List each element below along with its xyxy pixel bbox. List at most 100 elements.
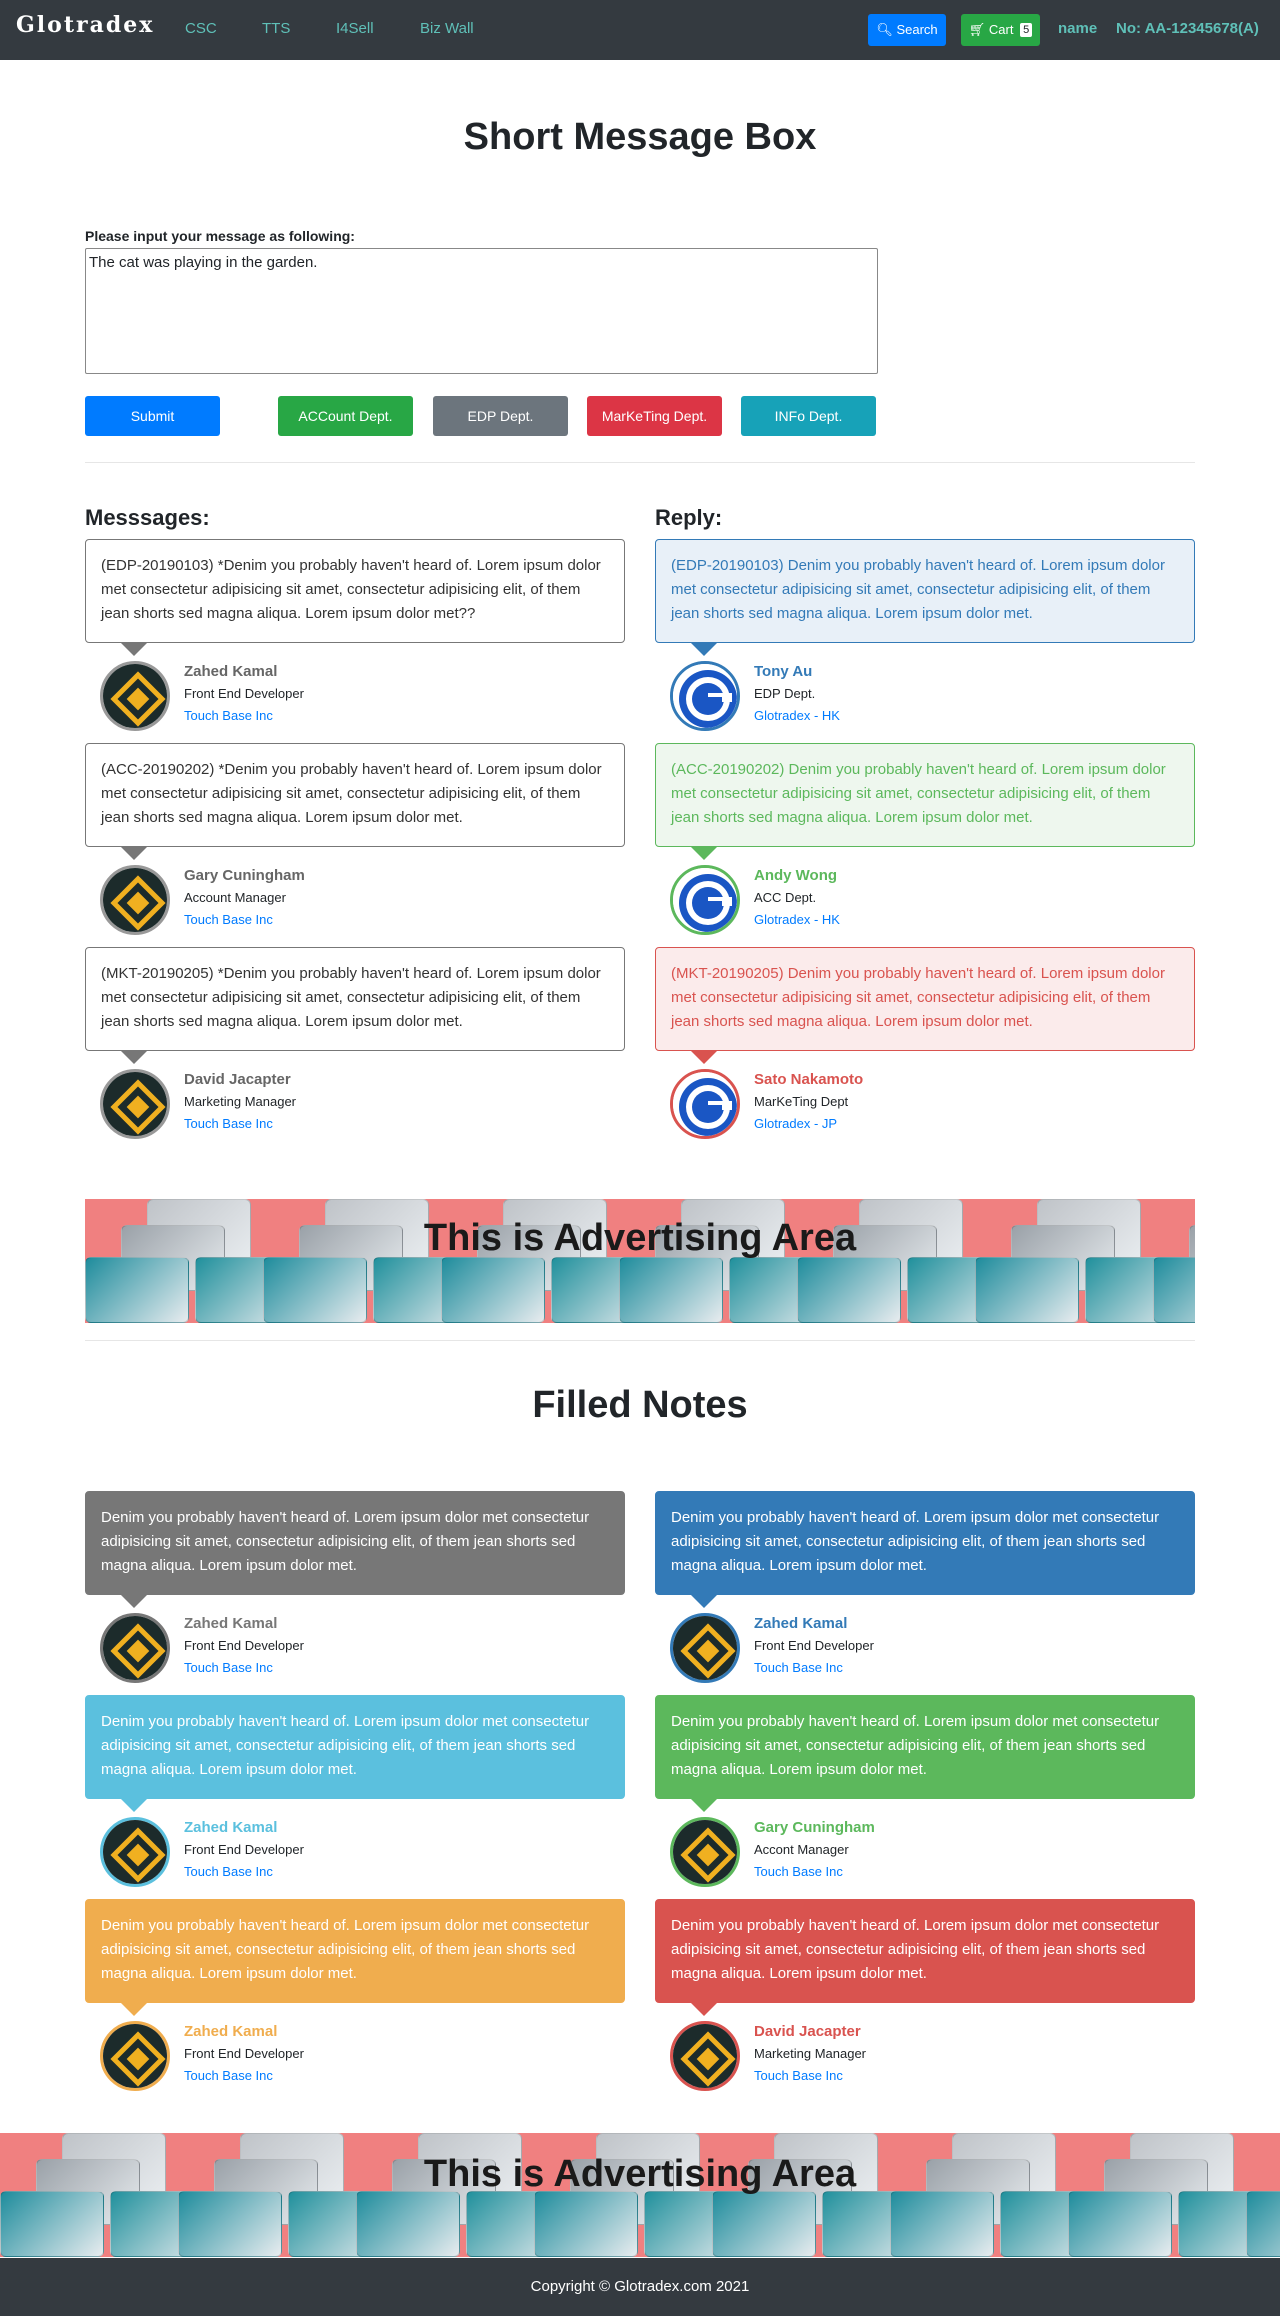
glotradex-logo-icon xyxy=(673,664,737,728)
marketing-dept-button[interactable]: MarKeTing Dept. xyxy=(587,396,722,436)
ad-card-image xyxy=(441,1257,545,1323)
cart-button[interactable]: 🛒︎ Cart 5 xyxy=(961,14,1040,46)
avatar-logo-icon xyxy=(673,1820,737,1884)
author-name: Zahed Kamal xyxy=(184,1615,278,1632)
avatar[interactable] xyxy=(670,1613,740,1683)
author-name: Zahed Kamal xyxy=(184,663,278,680)
author-company-link[interactable]: Glotradex - HK xyxy=(754,705,840,727)
avatar[interactable] xyxy=(670,2021,740,2091)
bubble-pointer xyxy=(121,1595,147,1608)
ad-title: This is Advertising Area xyxy=(423,1217,857,1259)
user-name-link[interactable]: name xyxy=(1058,20,1097,37)
account-number-link[interactable]: No: AA-12345678(A) xyxy=(1116,20,1259,37)
submit-button[interactable]: Submit xyxy=(85,396,220,436)
author-info: Zahed Kamal Front End Developer Touch Base… xyxy=(184,1613,304,1679)
message-input[interactable] xyxy=(85,248,878,374)
avatar[interactable] xyxy=(100,661,170,731)
cart-icon: 🛒︎ xyxy=(968,22,986,37)
divider xyxy=(85,462,1195,463)
filled-note-bubble: Denim you probably haven't heard of. Lor… xyxy=(85,1695,625,1799)
avatar[interactable] xyxy=(100,865,170,935)
author-company-link[interactable]: Glotradex - HK xyxy=(754,909,840,931)
author-role: Front End Developer xyxy=(184,1842,304,1857)
author-company-link[interactable]: Touch Base Inc xyxy=(184,1861,304,1883)
author-name: Zahed Kamal xyxy=(184,2023,278,2040)
author-name: Zahed Kamal xyxy=(184,1819,278,1836)
glotradex-logo-icon xyxy=(673,868,737,932)
author-role: Marketing Manager xyxy=(754,2046,866,2061)
author-company-link[interactable]: Touch Base Inc xyxy=(184,909,305,931)
reply-heading: Reply: xyxy=(655,505,723,530)
author-company-link[interactable]: Touch Base Inc xyxy=(184,2065,304,2087)
author-name: Gary Cuningham xyxy=(754,1819,875,1836)
avatar[interactable] xyxy=(100,2021,170,2091)
author-company-link[interactable]: Touch Base Inc xyxy=(754,2065,866,2087)
author-role: MarKeTing Dept xyxy=(754,1094,849,1109)
author-role: Marketing Manager xyxy=(184,1094,296,1109)
avatar[interactable] xyxy=(100,1069,170,1139)
author-company-link[interactable]: Touch Base Inc xyxy=(754,1657,874,1679)
message-input-label: Please input your message as following: xyxy=(85,228,355,244)
avatar-logo-icon xyxy=(103,1072,167,1136)
avatar[interactable] xyxy=(670,661,740,731)
avatar-logo-icon xyxy=(103,664,167,728)
nav-link-i4sell[interactable]: I4Sell xyxy=(336,20,374,37)
author-name: Gary Cuningham xyxy=(184,867,305,884)
ad-title: This is Advertising Area xyxy=(423,2153,857,2195)
author-name: David Jacapter xyxy=(184,1071,291,1088)
bubble-pointer xyxy=(121,1799,147,1812)
avatar-logo-icon xyxy=(103,1820,167,1884)
divider xyxy=(85,1340,1195,1341)
author-role: Front End Developer xyxy=(184,1638,304,1653)
nav-link-tts[interactable]: TTS xyxy=(262,20,290,37)
avatar-logo-icon xyxy=(103,868,167,932)
avatar[interactable] xyxy=(670,865,740,935)
author-company-link[interactable]: Touch Base Inc xyxy=(184,1657,304,1679)
advertising-banner[interactable]: This is Advertising Area xyxy=(85,1199,1195,1323)
author-info: Gary Cuningham Account Manager Touch Base … xyxy=(184,865,305,931)
brand-logo[interactable]: Glotradex xyxy=(16,12,154,38)
author-info: Zahed Kamal Front End Developer Touch Base… xyxy=(184,661,304,727)
author-name: David Jacapter xyxy=(754,2023,861,2040)
author-info: Zahed Kamal Front End Developer Touch Base… xyxy=(184,2021,304,2087)
message-bubble: (ACC-20190202) *Denim you probably haven… xyxy=(85,743,625,847)
footer-copyright: Copyright © Glotradex.com 2021 xyxy=(0,2258,1280,2316)
avatar-logo-icon xyxy=(103,2024,167,2088)
author-role: Front End Developer xyxy=(184,686,304,701)
author-company-link[interactable]: Touch Base Inc xyxy=(184,705,304,727)
author-role: Accont Manager xyxy=(754,1842,849,1857)
filled-note-bubble: Denim you probably haven't heard of. Lor… xyxy=(85,1491,625,1595)
message-bubble: (EDP-20190103) *Denim you probably haven… xyxy=(85,539,625,643)
ad-card-image xyxy=(890,2191,994,2257)
nav-link-biz-wall[interactable]: Biz Wall xyxy=(420,20,474,37)
ad-card-image xyxy=(263,1257,367,1323)
avatar[interactable] xyxy=(670,1069,740,1139)
search-button[interactable]: 🔍︎ Search xyxy=(868,14,946,46)
edp-dept-button[interactable]: EDP Dept. xyxy=(433,396,568,436)
filled-note-bubble: Denim you probably haven't heard of. Lor… xyxy=(655,1695,1195,1799)
avatar-logo-icon xyxy=(673,2024,737,2088)
author-name: Andy Wong xyxy=(754,867,838,884)
avatar[interactable] xyxy=(100,1817,170,1887)
author-info: David Jacapter Marketing Manager Touch Bas… xyxy=(184,1069,296,1135)
filled-notes-title: Filled Notes xyxy=(532,1384,748,1426)
author-company-link[interactable]: Touch Base Inc xyxy=(184,1113,296,1135)
author-info: Tony Au EDP Dept. Glotradex - HK xyxy=(754,661,840,727)
avatar[interactable] xyxy=(100,1613,170,1683)
author-company-link[interactable]: Touch Base Inc xyxy=(754,1861,875,1883)
ad-card-image xyxy=(85,1257,189,1323)
reply-bubble: (EDP-20190103) Denim you probably haven'… xyxy=(655,539,1195,643)
filled-note-bubble: Denim you probably haven't heard of. Lor… xyxy=(655,1899,1195,2003)
bubble-pointer xyxy=(121,643,147,656)
author-info: Sato Nakamoto MarKeTing Dept Glotradex - J… xyxy=(754,1069,863,1135)
message-bubble: (MKT-20190205) *Denim you probably haven… xyxy=(85,947,625,1051)
filled-note-bubble: Denim you probably haven't heard of. Lor… xyxy=(85,1899,625,2003)
nav-link-csc[interactable]: CSC xyxy=(185,20,217,37)
account-dept-button[interactable]: ACCount Dept. xyxy=(278,396,413,436)
author-company-link[interactable]: Glotradex - JP xyxy=(754,1113,863,1135)
avatar-logo-icon xyxy=(103,1616,167,1680)
info-dept-button[interactable]: INFo Dept. xyxy=(741,396,876,436)
bubble-pointer xyxy=(121,1051,147,1064)
avatar[interactable] xyxy=(670,1817,740,1887)
advertising-banner-bottom[interactable]: This is Advertising Area xyxy=(0,2133,1280,2257)
